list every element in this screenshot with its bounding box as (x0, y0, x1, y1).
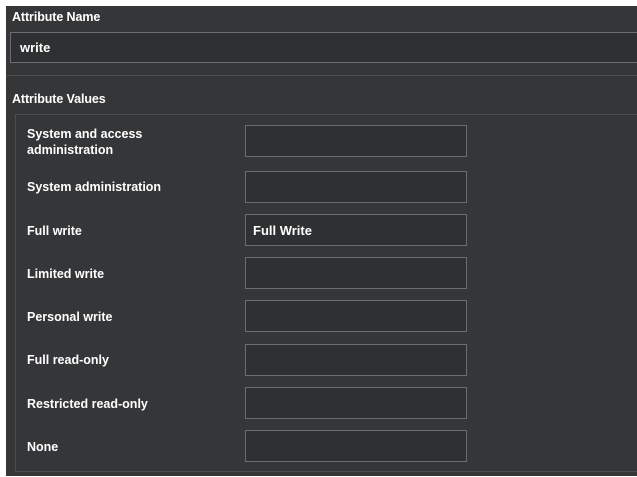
value-input-full-write[interactable] (245, 214, 467, 246)
value-input-full-read-only[interactable] (245, 344, 467, 376)
value-input-none[interactable] (245, 430, 467, 462)
value-input-system-administration[interactable] (245, 171, 467, 203)
value-input-personal-write[interactable] (245, 300, 467, 332)
row-label-restricted-read-only: Restricted read-only (27, 397, 148, 411)
value-input-limited-write[interactable] (245, 257, 467, 289)
attribute-name-heading: Attribute Name (12, 10, 101, 24)
value-input-restricted-read-only[interactable] (245, 387, 467, 419)
section-divider (6, 75, 637, 76)
value-input-system-and-access-administration[interactable] (245, 125, 467, 157)
row-label-none: None (27, 440, 59, 454)
row-label-full-read-only: Full read-only (27, 353, 109, 367)
row-label-full-write: Full write (27, 224, 82, 238)
attribute-values-heading: Attribute Values (12, 92, 106, 106)
attribute-name-input[interactable] (10, 32, 637, 63)
row-label-limited-write: Limited write (27, 267, 105, 281)
row-label-personal-write: Personal write (27, 310, 113, 324)
attribute-form-panel: Attribute Name Attribute Values System a… (6, 6, 637, 476)
row-label-system-administration: System administration (27, 180, 162, 194)
row-label-system-and-access-administration: System and access administration (27, 127, 143, 157)
